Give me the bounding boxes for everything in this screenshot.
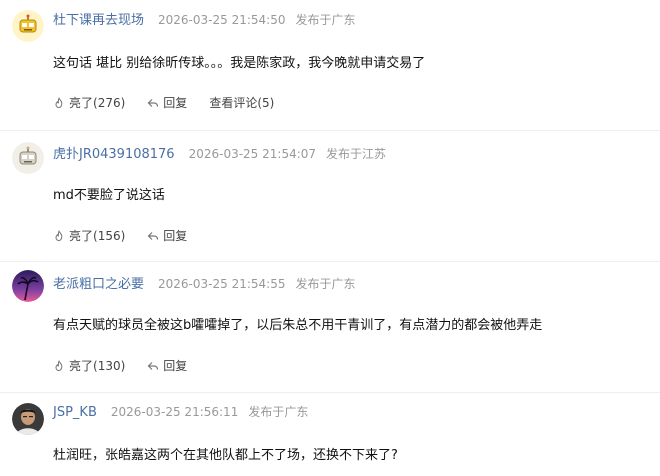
avatar[interactable] [12, 403, 44, 435]
like-icon [55, 96, 63, 108]
comment-actions: 亮了 (156) 回复 [53, 227, 209, 244]
like-count: (156) [93, 228, 126, 243]
reply-label: 回复 [163, 96, 188, 110]
comment-meta: JSP_KB 2026-03-25 21:56:11 发布于广东 [53, 403, 308, 420]
comment-meta: 老派粗口之必要 2026-03-25 21:54:55 发布于广东 [53, 273, 355, 292]
reply-icon [147, 361, 159, 370]
like-label: 亮了 [69, 96, 94, 110]
reply-button[interactable]: 回复 [147, 94, 187, 111]
username[interactable]: 虎扑JR0439108176 [53, 143, 175, 162]
comment-meta: 虎扑JR0439108176 2026-03-25 21:54:07 发布于江苏 [53, 143, 386, 162]
avatar[interactable] [12, 142, 44, 174]
comment-meta: 杜下课再去现场 2026-03-25 21:54:50 发布于广东 [53, 9, 355, 28]
view-replies-link[interactable]: 查看评论(5) [209, 94, 274, 111]
like-icon [55, 229, 63, 241]
like-label: 亮了 [69, 359, 94, 373]
reply-label: 回复 [163, 229, 188, 243]
reply-button[interactable]: 回复 [147, 227, 187, 244]
comment-item: JSP_KB 2026-03-25 21:56:11 发布于广东 杜润旺，张皓嘉… [0, 393, 660, 476]
comment-item: 虎扑JR0439108176 2026-03-25 21:54:07 发布于江苏… [0, 131, 660, 262]
username[interactable]: 杜下课再去现场 [53, 9, 144, 28]
like-icon [55, 359, 63, 371]
like-button[interactable]: 亮了 (156) [53, 227, 125, 244]
avatar[interactable] [12, 10, 44, 42]
timestamp: 2026-03-25 21:54:55 [158, 277, 286, 291]
reply-button[interactable]: 回复 [147, 357, 187, 374]
comment-actions: 亮了 (276) 回复 查看评论(5) [53, 94, 296, 111]
comment-item: 老派粗口之必要 2026-03-25 21:54:55 发布于广东 有点天赋的球… [0, 262, 660, 393]
comment-item: 杜下课再去现场 2026-03-25 21:54:50 发布于广东 这句话 堪比… [0, 0, 660, 131]
reply-icon [147, 98, 159, 107]
reply-label: 回复 [163, 359, 188, 373]
like-button[interactable]: 亮了 (276) [53, 94, 125, 111]
timestamp: 2026-03-25 21:56:11 [110, 405, 239, 419]
like-count: (130) [93, 358, 126, 373]
comment-text: 杜润旺，张皓嘉这两个在其他队都上不了场，还换不下来了? [53, 448, 398, 463]
timestamp: 2026-03-25 21:54:07 [188, 147, 317, 161]
avatar[interactable] [12, 270, 44, 302]
location: 发布于广东 [295, 277, 356, 291]
gray-robot-avatar-icon [12, 142, 44, 174]
like-label: 亮了 [69, 229, 94, 243]
location: 发布于广东 [295, 13, 356, 27]
location: 发布于江苏 [326, 147, 387, 161]
comment-text: md不要脸了说这话 [53, 188, 165, 203]
palm-sunset-avatar-icon [12, 270, 44, 302]
reply-icon [147, 231, 159, 240]
like-button[interactable]: 亮了 (130) [53, 357, 125, 374]
comment-text: 这句话 堪比 别给徐昕传球。。。我是陈家政，我今晚就申请交易了 [53, 56, 426, 71]
location: 发布于广东 [248, 405, 309, 419]
like-count: (276) [93, 95, 126, 110]
view-replies-label: 查看评论(5) [209, 96, 275, 110]
comment-actions: 亮了 (130) 回复 [53, 357, 209, 374]
comment-text: 有点天赋的球员全被这b嚯嚯掉了，以后朱总不用干青训了，有点潜力的都会被他弄走 [53, 318, 543, 333]
username[interactable]: 老派粗口之必要 [53, 273, 144, 292]
person-photo-avatar-icon [12, 403, 44, 435]
timestamp: 2026-03-25 21:54:50 [158, 13, 286, 27]
yellow-robot-avatar-icon [12, 10, 44, 42]
username[interactable]: JSP_KB [53, 405, 97, 420]
